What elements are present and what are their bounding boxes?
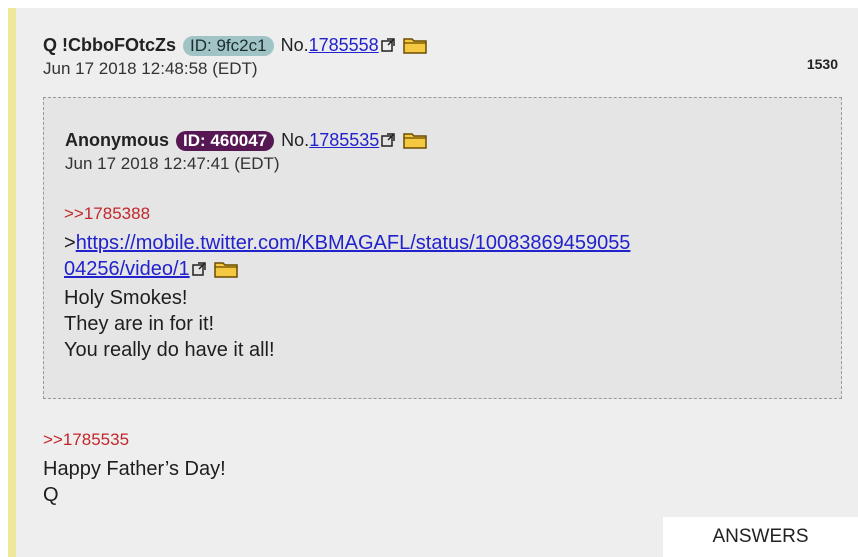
quoted-post-date: Jun 17 2018 12:47:41 (EDT)	[65, 154, 280, 173]
post-number-prefix: No.	[280, 35, 309, 55]
link-line-continued: 04256/video/1	[64, 256, 824, 285]
twitter-link-continued[interactable]: 04256/video/1	[64, 258, 190, 280]
quoted-post-number-link[interactable]: 1785535	[309, 130, 379, 150]
external-link-icon[interactable]	[380, 35, 395, 57]
reply-reference-link[interactable]: >>1785535	[43, 428, 226, 452]
answers-button[interactable]: ANSWERS	[663, 517, 858, 557]
folder-icon[interactable]	[403, 131, 428, 154]
external-link-icon[interactable]	[191, 257, 206, 283]
quoted-post-number-prefix: No.	[281, 130, 310, 150]
quoted-post-body: >>1785388 >https://mobile.twitter.com/KB…	[64, 202, 824, 363]
post-header: Q !CbboFOtcZs ID: 9fc2c1 No.1785558 Jun …	[43, 34, 427, 79]
quoted-poster-id-badge[interactable]: ID: 460047	[176, 131, 275, 151]
post-number-link[interactable]: 1785558	[309, 35, 379, 55]
quoted-post: Anonymous ID: 460047 No.1785535 Jun 17 2…	[43, 97, 842, 399]
twitter-link[interactable]: https://mobile.twitter.com/KBMAGAFL/stat…	[76, 232, 631, 254]
reply-reference-link[interactable]: >>1785388	[64, 202, 824, 226]
quoted-post-header: Anonymous ID: 460047 No.1785535 Jun 17 2…	[65, 129, 428, 174]
poster-id-badge[interactable]: ID: 9fc2c1	[183, 36, 274, 56]
post-count: 1530	[806, 56, 838, 72]
post-card: Q !CbboFOtcZs ID: 9fc2c1 No.1785558 Jun …	[8, 8, 858, 557]
poster-name: Q !CbboFOtcZs	[43, 35, 176, 55]
external-link-icon[interactable]	[381, 130, 396, 152]
quoted-text-line: They are in for it!	[64, 313, 215, 335]
post-date: Jun 17 2018 12:48:58 (EDT)	[43, 59, 258, 78]
link-prefix: >	[64, 232, 76, 254]
post-body: >>1785535 Happy Father’s Day! Q	[43, 428, 226, 508]
quoted-text-line: You really do have it all!	[64, 339, 275, 361]
folder-icon[interactable]	[402, 36, 427, 59]
quoted-poster-name: Anonymous	[65, 130, 170, 150]
link-line: >https://mobile.twitter.com/KBMAGAFL/sta…	[64, 230, 824, 256]
folder-icon[interactable]	[213, 259, 238, 285]
quoted-text-line: Holy Smokes!	[64, 287, 188, 309]
post-text-line: Q	[43, 484, 59, 506]
post-text-line: Happy Father’s Day!	[43, 458, 226, 480]
